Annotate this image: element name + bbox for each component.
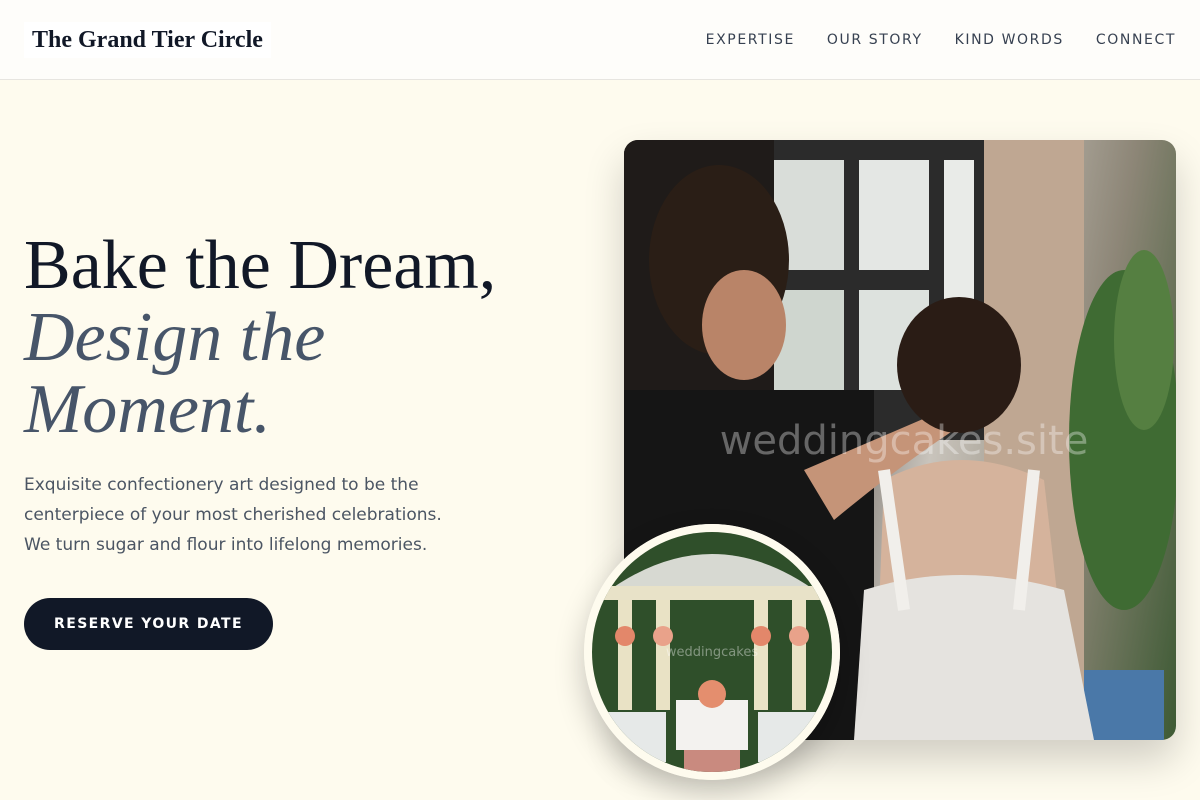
nav-link-connect[interactable]: CONNECT: [1096, 32, 1176, 48]
inset-watermark: weddingcakes: [666, 645, 758, 660]
reserve-date-button[interactable]: RESERVE YOUR DATE: [24, 598, 273, 650]
site-header: The Grand Tier Circle EXPERTISE OUR STOR…: [0, 0, 1200, 80]
nav-link-kind-words[interactable]: KIND WORDS: [955, 32, 1064, 48]
main-photo-watermark: weddingcakes.site: [719, 418, 1089, 464]
hero-title-line-2: Design the: [24, 299, 326, 376]
venue-photo-circle: weddingcakes: [584, 524, 840, 780]
main-nav: EXPERTISE OUR STORY KIND WORDS CONNECT: [706, 0, 1176, 80]
hero-subtitle: Exquisite confectionery art designed to …: [24, 475, 442, 555]
hero-title-line-1: Bake the Dream,: [24, 227, 497, 304]
nav-link-our-story[interactable]: OUR STORY: [827, 32, 923, 48]
brand-logo[interactable]: The Grand Tier Circle: [24, 22, 271, 58]
hero-title-line-3: Moment.: [24, 371, 271, 448]
nav-link-expertise[interactable]: EXPERTISE: [706, 32, 795, 48]
venue-photo-illustration: weddingcakes: [584, 524, 840, 780]
hero-title: Bake the Dream, Design the Moment.: [24, 230, 496, 446]
